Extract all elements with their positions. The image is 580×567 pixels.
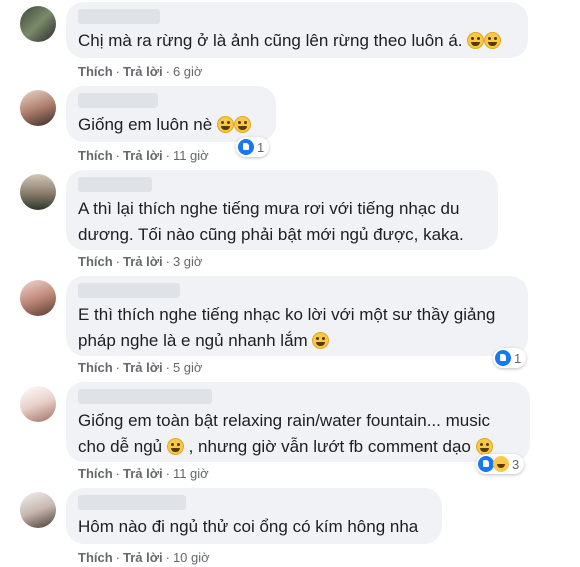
laughing-emoji-icon — [484, 32, 502, 49]
comment-actions: Thích · Trả lời · 11 giờ — [78, 466, 209, 481]
timestamp[interactable]: 5 giờ — [173, 360, 203, 375]
reaction-count: 1 — [514, 350, 522, 366]
like-link[interactable]: Thích — [78, 148, 113, 163]
author-name-redacted[interactable] — [78, 9, 160, 24]
laughing-emoji-icon — [467, 32, 485, 49]
comment-text: A thì lại thích nghe tiếng mưa rơi với t… — [78, 199, 464, 244]
author-name-redacted[interactable] — [78, 389, 212, 404]
reply-link[interactable]: Trả lời — [123, 64, 163, 79]
comment-actions: Thích · Trả lời · 6 giờ — [78, 64, 203, 79]
comment-text: Hôm nào đi ngủ thử coi ổng có kím hông n… — [78, 517, 419, 536]
like-link[interactable]: Thích — [78, 64, 113, 79]
comment-text: E thì thích nghe tiếng nhạc ko lời với m… — [78, 305, 496, 350]
timestamp[interactable]: 11 giờ — [173, 148, 209, 163]
reply-link[interactable]: Trả lời — [123, 254, 163, 269]
laughing-emoji-icon — [216, 116, 234, 133]
reply-link[interactable]: Trả lời — [123, 466, 163, 481]
reaction-summary[interactable]: 3 — [476, 454, 525, 474]
comment-text: Chị mà ra rừng ở là ảnh cũng lên rừng th… — [78, 28, 516, 54]
avatar[interactable] — [20, 386, 56, 422]
avatar[interactable] — [20, 174, 56, 210]
comment-bubble: Giống em toàn bật relaxing rain/water fo… — [66, 382, 530, 462]
comment-actions: Thích · Trả lời · 3 giờ — [78, 254, 203, 269]
comment-actions: Thích · Trả lời · 10 giờ — [78, 550, 210, 565]
like-reaction-icon — [238, 139, 254, 155]
reaction-summary[interactable]: 1 — [236, 137, 270, 157]
comment-bubble: Hôm nào đi ngủ thử coi ổng có kím hông n… — [66, 488, 442, 544]
avatar[interactable] — [20, 90, 56, 126]
author-name-redacted[interactable] — [78, 283, 180, 298]
reply-link[interactable]: Trả lời — [123, 360, 163, 375]
timestamp[interactable]: 3 giờ — [173, 254, 203, 269]
author-name-redacted[interactable] — [78, 93, 158, 108]
reaction-summary[interactable]: 1 — [493, 348, 527, 368]
comment-actions: Thích · Trả lời · 5 giờ — [78, 360, 203, 375]
like-reaction-icon — [495, 350, 511, 366]
timestamp[interactable]: 11 giờ — [173, 466, 209, 481]
timestamp[interactable]: 6 giờ — [173, 64, 203, 79]
like-reaction-icon — [478, 456, 494, 472]
comment-bubble: Chị mà ra rừng ở là ảnh cũng lên rừng th… — [66, 2, 528, 58]
comment-bubble: E thì thích nghe tiếng nhạc ko lời với m… — [66, 276, 528, 356]
reaction-count: 1 — [257, 139, 265, 155]
avatar[interactable] — [20, 492, 56, 528]
like-link[interactable]: Thích — [78, 466, 113, 481]
comment-bubble: A thì lại thích nghe tiếng mưa rơi với t… — [66, 170, 498, 250]
rolling-laughing-emoji-icon — [166, 438, 184, 455]
author-name-redacted[interactable] — [78, 495, 186, 510]
like-link[interactable]: Thích — [78, 550, 113, 565]
author-name-redacted[interactable] — [78, 177, 152, 192]
comment-text: Giống em luôn nè — [78, 112, 264, 138]
avatar[interactable] — [20, 6, 56, 42]
haha-reaction-icon — [493, 456, 509, 472]
like-link[interactable]: Thích — [78, 254, 113, 269]
like-link[interactable]: Thích — [78, 360, 113, 375]
comment-text: Giống em toàn bật relaxing rain/water fo… — [78, 408, 518, 460]
reply-link[interactable]: Trả lời — [123, 550, 163, 565]
laughing-emoji-icon — [475, 438, 493, 455]
reply-link[interactable]: Trả lời — [123, 148, 163, 163]
timestamp[interactable]: 10 giờ — [173, 550, 210, 565]
comment-actions: Thích · Trả lời · 11 giờ — [78, 148, 209, 163]
laughing-emoji-icon — [233, 116, 251, 133]
reaction-count: 3 — [512, 456, 520, 472]
avatar[interactable] — [20, 280, 56, 316]
laughing-emoji-icon — [312, 332, 330, 349]
comment-bubble: Giống em luôn nè — [66, 86, 276, 142]
